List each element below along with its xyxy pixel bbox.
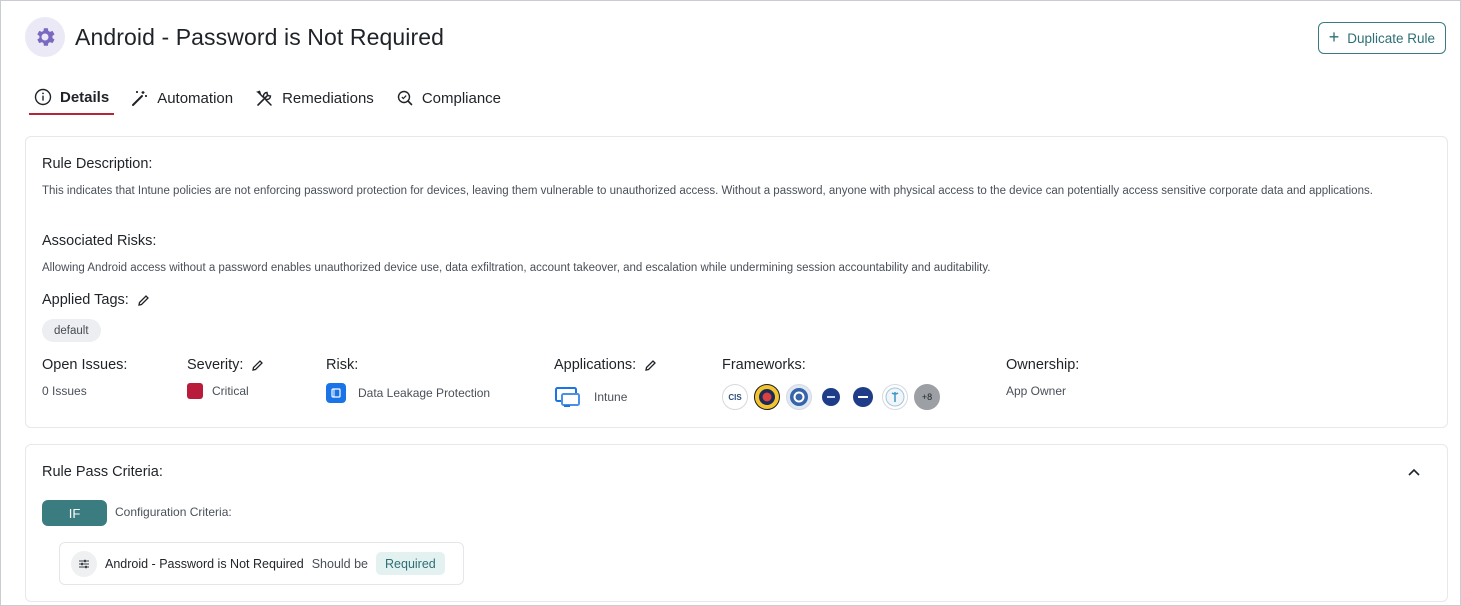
risk-label: Risk: <box>326 357 359 373</box>
framework-badge-gdpr[interactable] <box>850 384 876 410</box>
sliders-icon <box>71 550 97 577</box>
rule-description-text: This indicates that Intune policies are … <box>42 185 1373 197</box>
risk-value: Data Leakage Protection <box>326 383 490 403</box>
tab-bar: Details Automation Remediations Complian… <box>29 81 518 115</box>
tab-remediations[interactable]: Remediations <box>250 81 379 115</box>
tab-details-label: Details <box>60 88 110 106</box>
tab-remediations-label: Remediations <box>282 89 374 107</box>
criteria-item[interactable]: Android - Password is Not Required Shoul… <box>59 542 464 585</box>
edit-severity-pencil-icon[interactable] <box>251 359 264 372</box>
associated-risks-label: Associated Risks: <box>42 233 157 249</box>
if-condition-pill[interactable]: IF <box>42 500 107 526</box>
severity-value: Critical <box>187 383 249 399</box>
magic-wand-icon <box>132 91 148 106</box>
rule-pass-criteria-title: Rule Pass Criteria: <box>42 464 163 480</box>
ownership-label: Ownership: <box>1006 357 1080 373</box>
severity-header: Severity: <box>187 357 264 373</box>
details-card: Rule Description: This indicates that In… <box>25 136 1448 428</box>
framework-badge-nist[interactable] <box>786 384 812 410</box>
search-check-icon <box>397 90 413 106</box>
tab-details[interactable]: Details <box>29 81 115 115</box>
page-title: Android - Password is Not Required <box>75 23 445 50</box>
critical-severity-square <box>187 383 203 399</box>
framework-badge-seal[interactable] <box>754 384 780 410</box>
tools-icon <box>256 90 272 106</box>
duplicate-rule-button[interactable]: + Duplicate Rule <box>1317 22 1446 54</box>
open-issues-value[interactable]: 0 Issues <box>42 384 87 398</box>
applied-tags-header: Applied Tags: <box>42 292 150 308</box>
applications-header: Applications: <box>554 357 657 373</box>
ownership-value: App Owner <box>1006 384 1067 398</box>
tab-compliance[interactable]: Compliance <box>391 81 506 115</box>
frameworks-list: CIS +8 <box>722 384 940 410</box>
criteria-item-value-badge: Required <box>376 552 445 575</box>
frameworks-more-badge[interactable]: +8 <box>914 384 940 410</box>
severity-text: Critical <box>212 384 249 398</box>
gear-icon <box>25 17 65 57</box>
open-issues-label: Open Issues: <box>42 357 128 373</box>
rule-pass-criteria-card: Rule Pass Criteria: IF Configuration Cri… <box>25 444 1448 602</box>
risk-text: Data Leakage Protection <box>358 386 491 400</box>
page-header: Android - Password is Not Required <box>25 17 444 57</box>
framework-badge-eu[interactable] <box>818 384 844 410</box>
plus-icon: + <box>1328 27 1340 47</box>
intune-icon <box>555 387 580 407</box>
edit-applications-pencil-icon[interactable] <box>644 359 657 372</box>
criteria-item-operator: Should be <box>311 556 369 571</box>
applications-value: Intune <box>554 385 627 409</box>
chevron-up-icon[interactable] <box>1407 465 1421 479</box>
criteria-item-name: Android - Password is Not Required <box>105 556 304 571</box>
info-icon <box>34 88 52 106</box>
rule-description-label: Rule Description: <box>42 156 153 172</box>
severity-label: Severity: <box>187 357 244 373</box>
folder-icon <box>326 383 346 403</box>
frameworks-label: Frameworks: <box>722 357 806 373</box>
tab-compliance-label: Compliance <box>421 89 502 107</box>
edit-tags-pencil-icon[interactable] <box>137 294 150 307</box>
rule-details-window: Android - Password is Not Required + Dup… <box>0 0 1461 606</box>
applications-label: Applications: <box>554 357 637 373</box>
associated-risks-text: Allowing Android access without a passwo… <box>42 262 991 274</box>
tag-chip-default[interactable]: default <box>42 319 101 342</box>
tab-automation[interactable]: Automation <box>126 81 238 115</box>
framework-badge-cis[interactable]: CIS <box>722 384 748 410</box>
applications-text: Intune <box>594 390 628 404</box>
tab-automation-label: Automation <box>157 89 234 107</box>
duplicate-rule-label: Duplicate Rule <box>1347 30 1435 46</box>
configuration-criteria-label: Configuration Criteria: <box>115 505 232 519</box>
framework-badge-hipaa[interactable] <box>882 384 908 410</box>
applied-tags-label: Applied Tags: <box>42 292 129 308</box>
